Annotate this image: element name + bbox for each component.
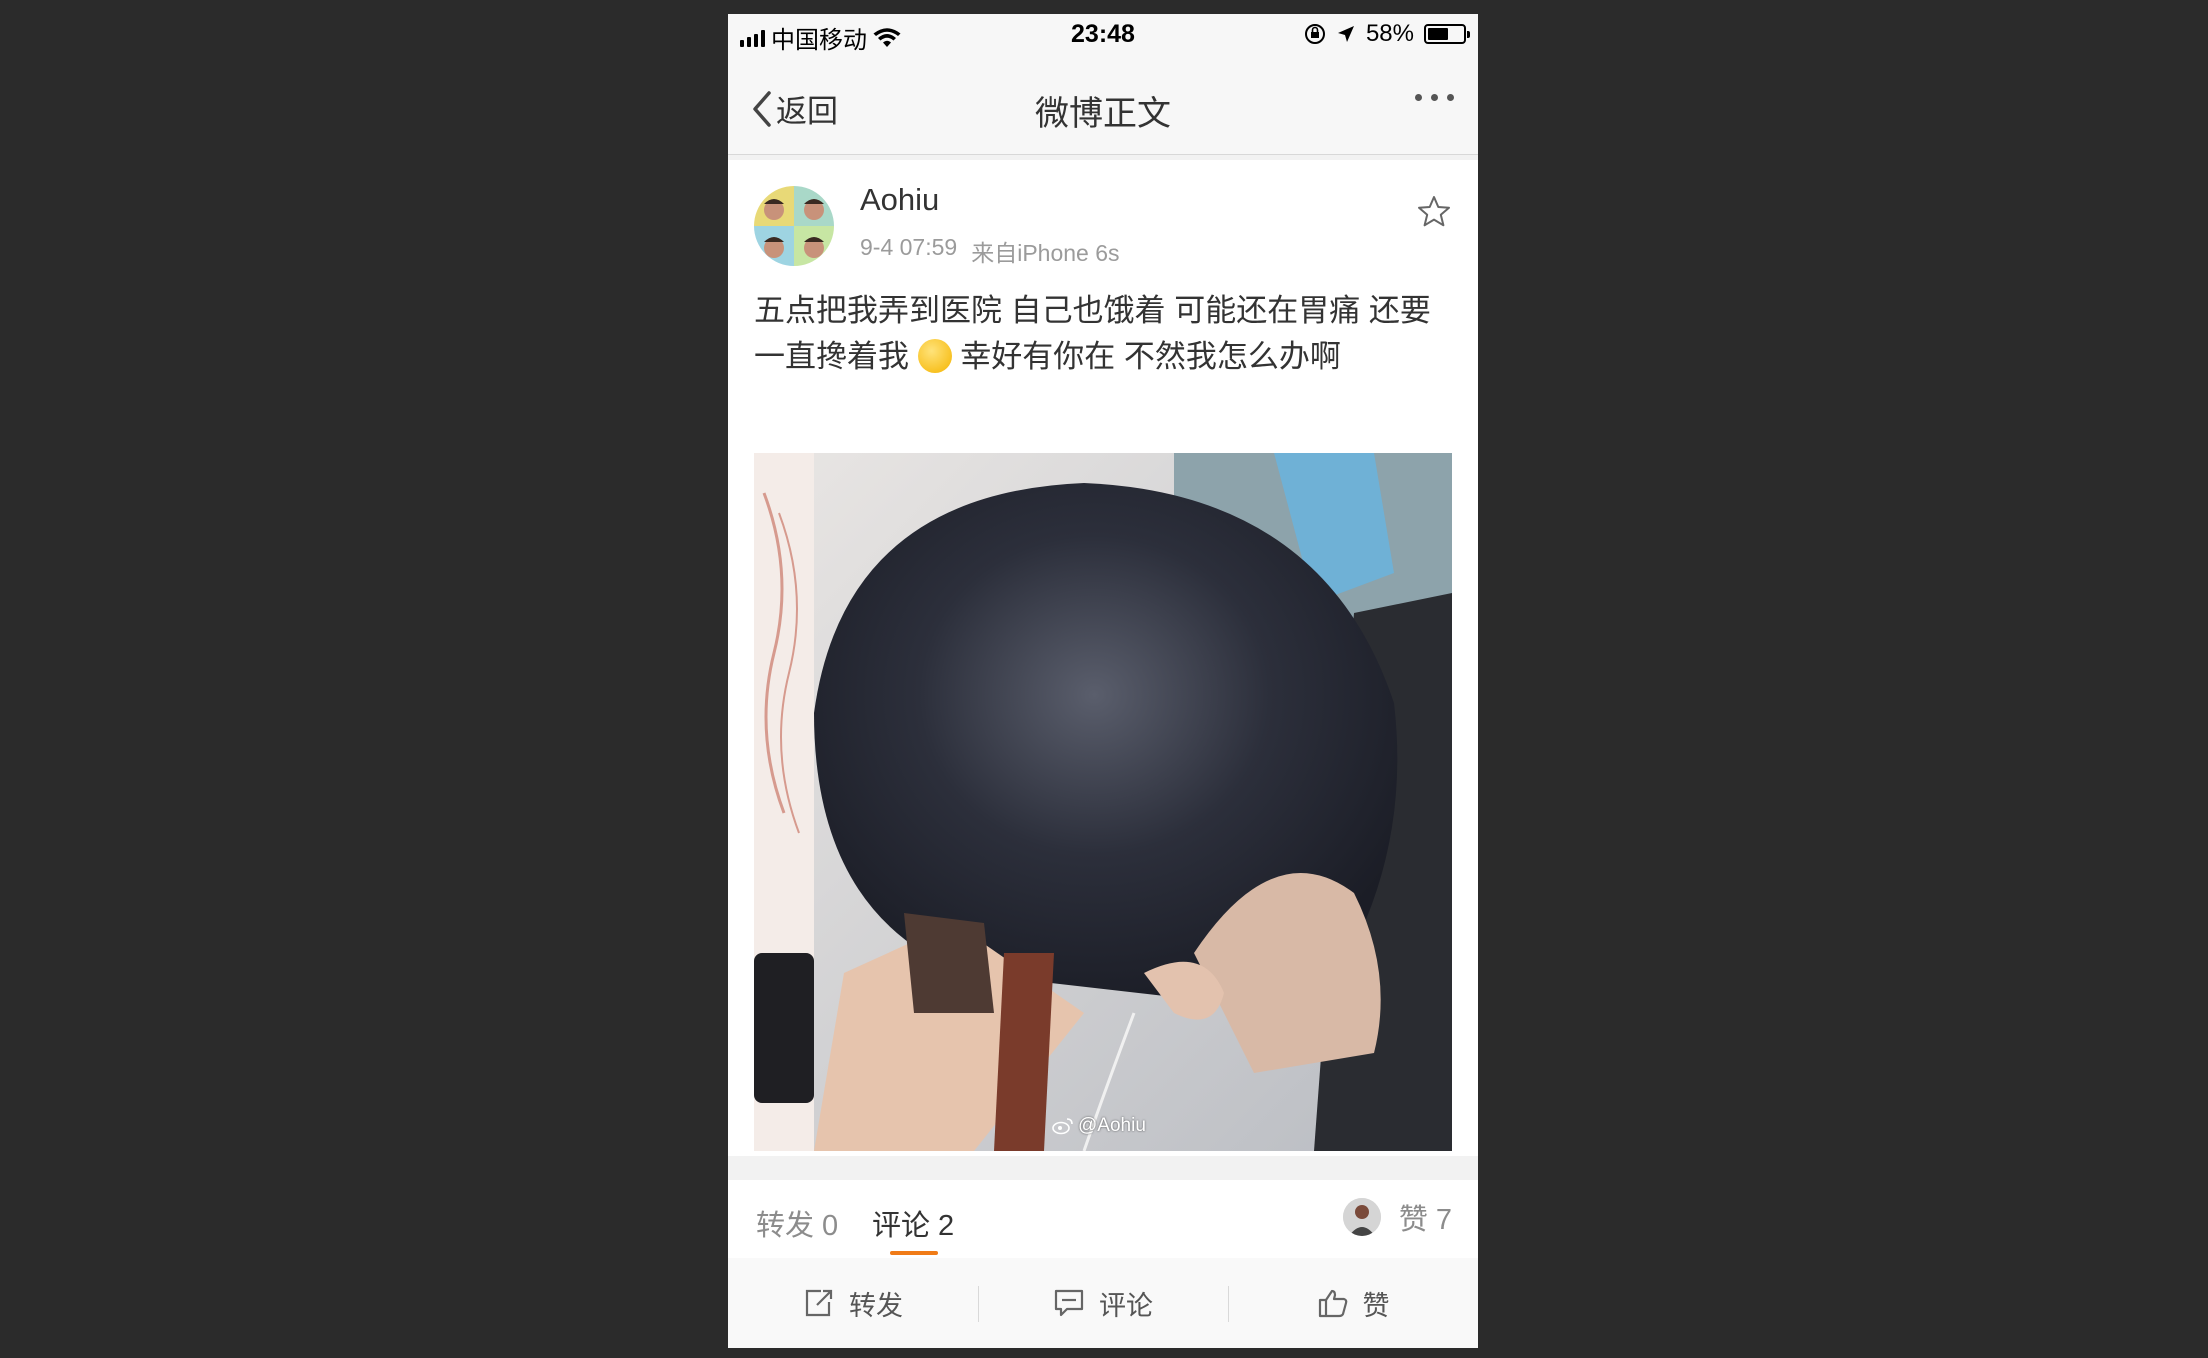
post-text: 五点把我弄到医院 自己也饿着 可能还在胃痛 还要一直搀着我 幸好有你在 不然我怎… bbox=[754, 288, 1454, 380]
avatar[interactable] bbox=[754, 186, 834, 266]
favorite-button[interactable] bbox=[1416, 194, 1452, 235]
weibo-logo-icon bbox=[1052, 1118, 1073, 1135]
active-tab-indicator bbox=[890, 1251, 938, 1255]
crying-emoji-icon bbox=[917, 339, 952, 373]
like-label: 赞 bbox=[1362, 1290, 1390, 1321]
post-meta: 9-4 07:59 来自iPhone 6s bbox=[860, 234, 1120, 268]
post-source: 来自iPhone 6s bbox=[971, 240, 1120, 266]
status-bar: 中国移动 23:48 58% bbox=[728, 14, 1478, 56]
orientation-lock-icon bbox=[1304, 24, 1325, 44]
more-options-button[interactable] bbox=[1415, 94, 1454, 101]
repost-label: 转发 bbox=[849, 1290, 903, 1321]
location-icon bbox=[1337, 26, 1354, 42]
post-text-part2: 幸好有你在 不然我怎么办啊 bbox=[951, 339, 1341, 374]
liker-avatar bbox=[1342, 1198, 1381, 1236]
avatar-image bbox=[754, 186, 834, 266]
like-button[interactable]: 赞 bbox=[1228, 1258, 1478, 1348]
post-timestamp: 9-4 07:59 bbox=[860, 234, 958, 260]
more-dots-icon bbox=[1415, 94, 1454, 101]
comment-button[interactable]: 评论 bbox=[978, 1258, 1228, 1348]
phone-screen: 中国移动 23:48 58% 返回 微博正文 Aohiu 9-4 07:59 来… bbox=[728, 14, 1478, 1348]
bottom-toolbar: 转发 评论 赞 bbox=[728, 1258, 1478, 1348]
interaction-tabs: 转发 0 评论 2 赞 7 bbox=[728, 1180, 1478, 1259]
tab-reposts[interactable]: 转发 0 bbox=[756, 1202, 838, 1244]
image-watermark-text: @Aohiu bbox=[1078, 1115, 1146, 1136]
post-username[interactable]: Aohiu bbox=[860, 182, 939, 218]
star-icon bbox=[1418, 196, 1450, 227]
post-image[interactable]: @Aohiu bbox=[754, 453, 1452, 1151]
battery-icon bbox=[1424, 24, 1470, 44]
tab-comments[interactable]: 评论 2 bbox=[872, 1202, 954, 1244]
repost-icon bbox=[805, 1289, 833, 1317]
comment-label: 评论 bbox=[1099, 1290, 1153, 1321]
nav-bar: 返回 微博正文 bbox=[728, 56, 1478, 155]
post-photo bbox=[754, 453, 1452, 1151]
status-right: 58% bbox=[1304, 20, 1470, 48]
comment-icon bbox=[1054, 1289, 1084, 1317]
likes-label: 赞 7 bbox=[1398, 1204, 1452, 1236]
page-title: 微博正文 bbox=[1035, 95, 1171, 133]
thumbs-up-icon bbox=[1318, 1289, 1347, 1318]
image-watermark: @Aohiu bbox=[1052, 1115, 1146, 1137]
repost-button[interactable]: 转发 bbox=[728, 1258, 978, 1348]
battery-percent: 58% bbox=[1365, 20, 1414, 47]
tab-likes[interactable]: 赞 7 bbox=[1342, 1196, 1452, 1238]
post-card: Aohiu 9-4 07:59 来自iPhone 6s 五点把我弄到医院 自己也… bbox=[728, 160, 1478, 1156]
